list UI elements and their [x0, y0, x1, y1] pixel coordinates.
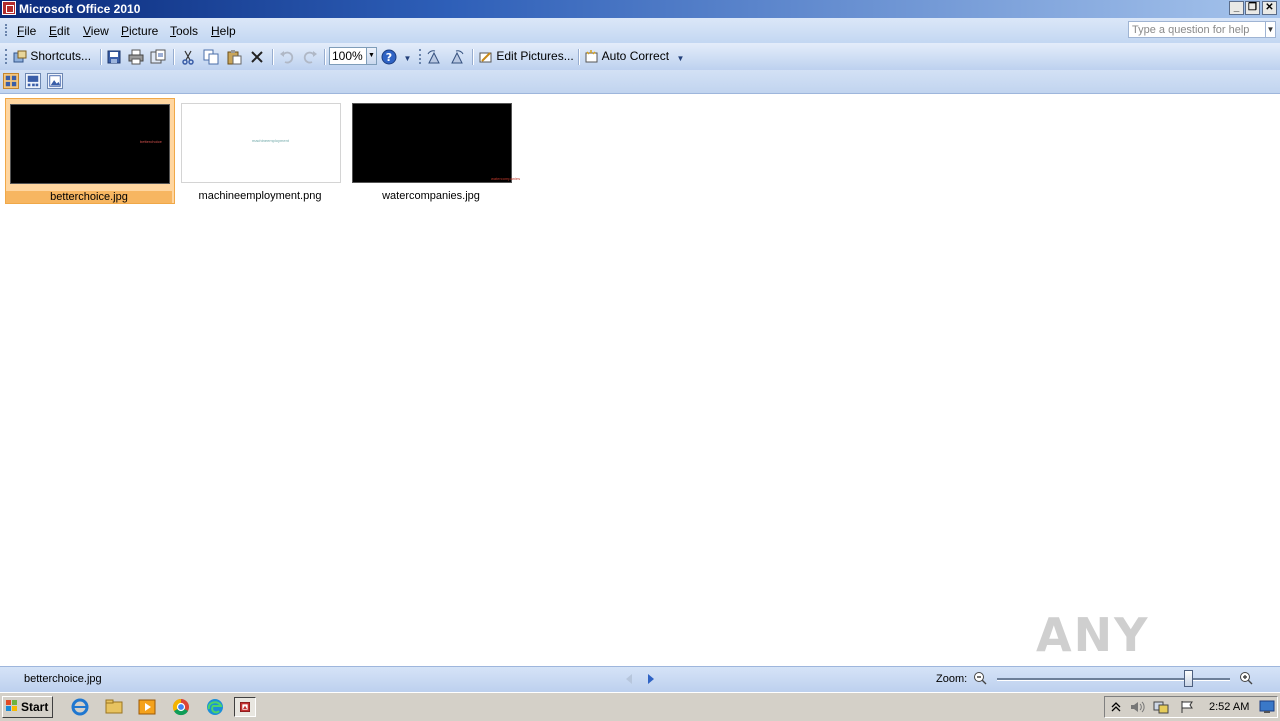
file-explorer-icon[interactable] [103, 697, 125, 717]
zoom-label: Zoom: [936, 673, 968, 685]
help-icon[interactable]: ? [381, 49, 397, 65]
delete-icon[interactable] [249, 49, 265, 65]
thumbnail-view-icon[interactable] [3, 73, 19, 89]
zoom-dropdown-arrow[interactable]: ▼ [366, 47, 377, 65]
show-hidden-icons-icon[interactable] [1111, 701, 1121, 713]
thumbnail-image[interactable]: betterchoice [10, 104, 170, 184]
thumbnail-pane: betterchoice betterchoice.jpg machineemp… [0, 94, 1280, 666]
thumbnail-image[interactable]: machineemployment [181, 103, 341, 183]
export-icon[interactable] [150, 49, 166, 65]
minimize-button[interactable]: _ [1229, 1, 1244, 15]
volume-icon[interactable] [1129, 700, 1145, 714]
start-button[interactable]: Start [2, 696, 53, 718]
auto-correct-icon [585, 49, 598, 63]
thumbnail-filename: watercompanies.jpg [382, 190, 480, 202]
chrome-icon[interactable] [170, 697, 192, 717]
zoom-out-icon[interactable] [973, 671, 987, 685]
auto-correct-button[interactable]: Auto Correct [585, 48, 669, 65]
toolbar2-grip[interactable] [419, 49, 423, 64]
save-icon[interactable] [106, 49, 122, 65]
network-icon[interactable] [1153, 700, 1169, 714]
previous-picture-icon[interactable] [624, 673, 634, 685]
window-title: Microsoft Office 2010 [19, 2, 141, 16]
single-picture-view-icon[interactable] [47, 73, 63, 89]
rotate-left-icon[interactable] [426, 49, 442, 65]
close-button[interactable]: ✕ [1262, 1, 1277, 15]
menu-file[interactable]: File [17, 24, 36, 38]
toolbar2-options-chevron[interactable]: ▼ [676, 53, 685, 69]
menu-bar: File Edit View Picture Tools Help Type a… [0, 18, 1280, 44]
toolbar-grip[interactable] [5, 49, 9, 64]
media-player-icon[interactable] [136, 697, 158, 717]
copy-icon[interactable] [203, 49, 219, 65]
edit-pictures-button[interactable]: Edit Pictures... [479, 48, 574, 65]
menu-picture[interactable]: Picture [121, 24, 158, 38]
view-bar [0, 70, 1280, 94]
zoom-combobox[interactable]: 100% [329, 47, 367, 65]
thumbnail-betterchoice[interactable]: betterchoice betterchoice.jpg [5, 98, 175, 204]
shortcuts-button[interactable]: Shortcuts... [13, 48, 91, 65]
shortcuts-icon [13, 50, 27, 63]
thumbnail-filename: betterchoice.jpg [6, 191, 172, 203]
title-bar: Microsoft Office 2010 _ ❐ ✕ [0, 0, 1280, 18]
rotate-right-icon[interactable] [449, 49, 465, 65]
redo-icon[interactable] [302, 49, 318, 65]
status-current-file: betterchoice.jpg [24, 673, 102, 685]
taskbar: Start 2:52 AM [0, 692, 1280, 721]
system-tray [1104, 696, 1278, 718]
print-icon[interactable] [128, 49, 144, 65]
menu-grip[interactable] [5, 24, 9, 36]
help-search-input[interactable]: Type a question for help [1128, 21, 1266, 38]
zoom-slider-track[interactable] [997, 678, 1230, 681]
office-picture-manager-icon [2, 1, 16, 15]
thumbnail-image[interactable]: watercompanies [352, 103, 520, 183]
zoom-in-icon[interactable] [1239, 671, 1253, 685]
menu-help[interactable]: Help [211, 24, 236, 38]
thumbnail-watercompanies[interactable]: watercompanies watercompanies.jpg [348, 98, 520, 204]
internet-explorer-icon[interactable] [69, 697, 91, 717]
standard-toolbar: Shortcuts... 100% ▼ ? ▼ Edit Pictures...… [0, 43, 1280, 71]
thumbnail-machineemployment[interactable]: machineemployment machineemployment.png [177, 98, 347, 204]
windows-logo-icon [6, 700, 17, 711]
action-center-flag-icon[interactable] [1179, 700, 1195, 714]
toolbar-options-chevron[interactable]: ▼ [403, 53, 412, 69]
edit-pictures-icon [479, 52, 492, 63]
clock: 2:52 AM [1209, 701, 1250, 713]
show-desktop-icon[interactable] [1259, 700, 1275, 714]
menu-view[interactable]: View [83, 24, 109, 38]
edge-icon[interactable] [204, 697, 226, 717]
paste-icon[interactable] [226, 49, 242, 65]
status-bar: betterchoice.jpg Zoom: [0, 666, 1280, 692]
cut-icon[interactable] [180, 49, 196, 65]
zoom-slider-thumb[interactable] [1184, 670, 1193, 687]
picture-manager-taskbar-icon[interactable] [234, 697, 256, 717]
next-picture-icon[interactable] [646, 673, 656, 685]
menu-edit[interactable]: Edit [49, 24, 70, 38]
menu-tools[interactable]: Tools [170, 24, 198, 38]
filmstrip-view-icon[interactable] [25, 73, 41, 89]
thumbnail-filename: machineemployment.png [198, 190, 322, 202]
help-dropdown-arrow[interactable]: ▼ [1265, 21, 1276, 38]
restore-button[interactable]: ❐ [1245, 1, 1260, 15]
undo-icon[interactable] [279, 49, 295, 65]
svg-text:?: ? [386, 51, 392, 64]
